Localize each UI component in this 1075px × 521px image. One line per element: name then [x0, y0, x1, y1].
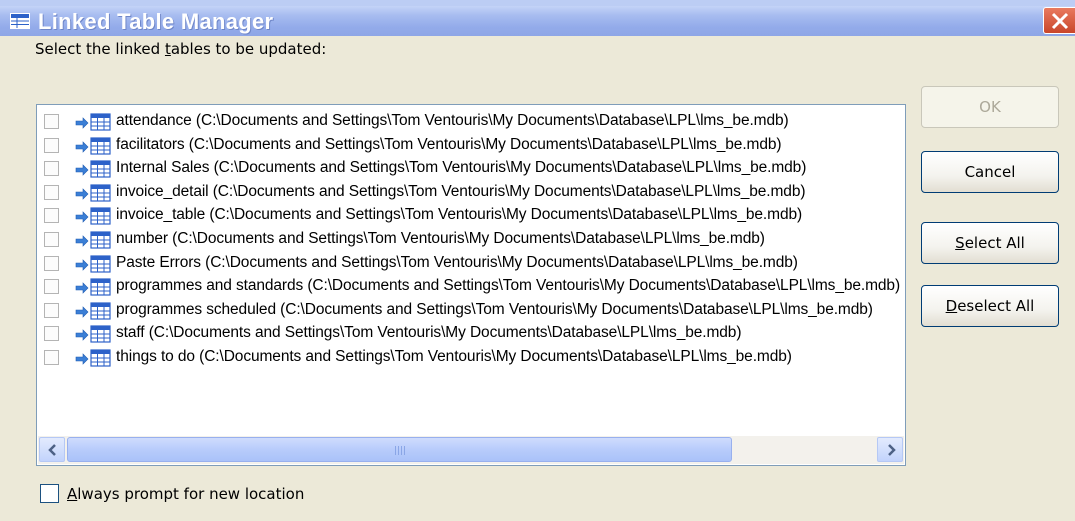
- always-prompt-checkbox[interactable]: [40, 484, 59, 503]
- chevron-left-icon: [48, 444, 56, 456]
- table-row-label: invoice_table (C:\Documents and Settings…: [116, 206, 803, 224]
- table-row-label: number (C:\Documents and Settings\Tom Ve…: [116, 230, 765, 247]
- table-row[interactable]: programmes and standards (C:\Documents a…: [37, 276, 905, 299]
- row-checkbox[interactable]: [44, 255, 59, 271]
- table-row[interactable]: number (C:\Documents and Settings\Tom Ve…: [37, 229, 905, 252]
- row-checkbox[interactable]: [44, 114, 59, 129]
- table-row-label: attendance (C:\Documents and Settings\To…: [116, 112, 789, 129]
- linked-table-icon: [73, 302, 113, 320]
- table-row-label: staff (C:\Documents and Settings\Tom Ven…: [116, 324, 742, 342]
- table-row-label: things to do (C:\Documents and Settings\…: [116, 348, 792, 365]
- table-row-label: programmes scheduled (C:\Documents and S…: [116, 300, 873, 318]
- table-row[interactable]: Paste Errors (C:\Documents and Settings\…: [37, 253, 905, 276]
- linked-table-icon: [73, 160, 113, 178]
- table-row[interactable]: attendance (C:\Documents and Settings\To…: [37, 111, 905, 134]
- ok-button[interactable]: OK: [921, 86, 1059, 128]
- deselect-all-button[interactable]: Deselect All: [921, 285, 1059, 327]
- scroll-right-button[interactable]: [877, 437, 903, 462]
- linked-table-manager-dialog: Linked Table Manager Select the linked t…: [0, 0, 1075, 521]
- table-row[interactable]: facilitators (C:\Documents and Settings\…: [37, 135, 905, 158]
- cancel-button[interactable]: Cancel: [921, 151, 1059, 193]
- table-row[interactable]: things to do (C:\Documents and Settings\…: [37, 347, 905, 370]
- table-row[interactable]: invoice_detail (C:\Documents and Setting…: [37, 182, 905, 205]
- linked-tables-list[interactable]: attendance (C:\Documents and Settings\To…: [36, 104, 906, 466]
- linked-table-icon: [73, 349, 113, 367]
- title-bar[interactable]: Linked Table Manager: [0, 0, 1075, 36]
- scroll-left-button[interactable]: [39, 437, 65, 462]
- table-row-label: Internal Sales (C:\Documents and Setting…: [116, 159, 807, 177]
- linked-table-icon: [73, 231, 113, 249]
- table-row[interactable]: invoice_table (C:\Documents and Settings…: [37, 205, 905, 228]
- linked-table-icon: [73, 254, 113, 273]
- row-checkbox[interactable]: [44, 326, 59, 342]
- table-row-label: invoice_detail (C:\Documents and Setting…: [116, 182, 806, 200]
- linked-table-icon: [73, 325, 113, 343]
- table-row[interactable]: staff (C:\Documents and Settings\Tom Ven…: [37, 323, 905, 346]
- always-prompt-label[interactable]: Always prompt for new location: [67, 485, 304, 503]
- list-items: attendance (C:\Documents and Settings\To…: [37, 111, 905, 421]
- table-row-label: programmes and standards (C:\Documents a…: [116, 277, 901, 295]
- table-row-label: Paste Errors (C:\Documents and Settings\…: [116, 253, 798, 271]
- chevron-right-icon: [888, 444, 896, 456]
- close-button[interactable]: [1043, 7, 1075, 34]
- row-checkbox[interactable]: [44, 302, 59, 318]
- row-checkbox[interactable]: [44, 350, 59, 365]
- linked-table-icon: [73, 184, 113, 202]
- scroll-thumb[interactable]: [67, 437, 732, 462]
- close-icon: [1051, 12, 1069, 30]
- row-checkbox[interactable]: [44, 184, 59, 200]
- linked-table-icon: [73, 278, 113, 296]
- table-row[interactable]: Internal Sales (C:\Documents and Setting…: [37, 158, 905, 181]
- horizontal-scrollbar[interactable]: [38, 436, 904, 464]
- row-checkbox[interactable]: [44, 208, 59, 224]
- row-checkbox[interactable]: [44, 161, 59, 177]
- linked-table-icon: [73, 136, 113, 155]
- row-checkbox[interactable]: [44, 279, 59, 295]
- row-checkbox[interactable]: [44, 137, 59, 153]
- table-row-label: facilitators (C:\Documents and Settings\…: [116, 135, 782, 153]
- table-row[interactable]: programmes scheduled (C:\Documents and S…: [37, 300, 905, 323]
- tables-prompt-label: Select the linked tables to be updated:: [35, 40, 327, 58]
- row-checkbox[interactable]: [44, 232, 59, 247]
- window-title: Linked Table Manager: [38, 9, 274, 34]
- grip-icon: [395, 446, 409, 455]
- linked-table-icon: [73, 207, 113, 225]
- linked-table-icon: [73, 113, 113, 131]
- table-window-icon: [10, 13, 30, 29]
- select-all-button[interactable]: Select All: [921, 222, 1059, 264]
